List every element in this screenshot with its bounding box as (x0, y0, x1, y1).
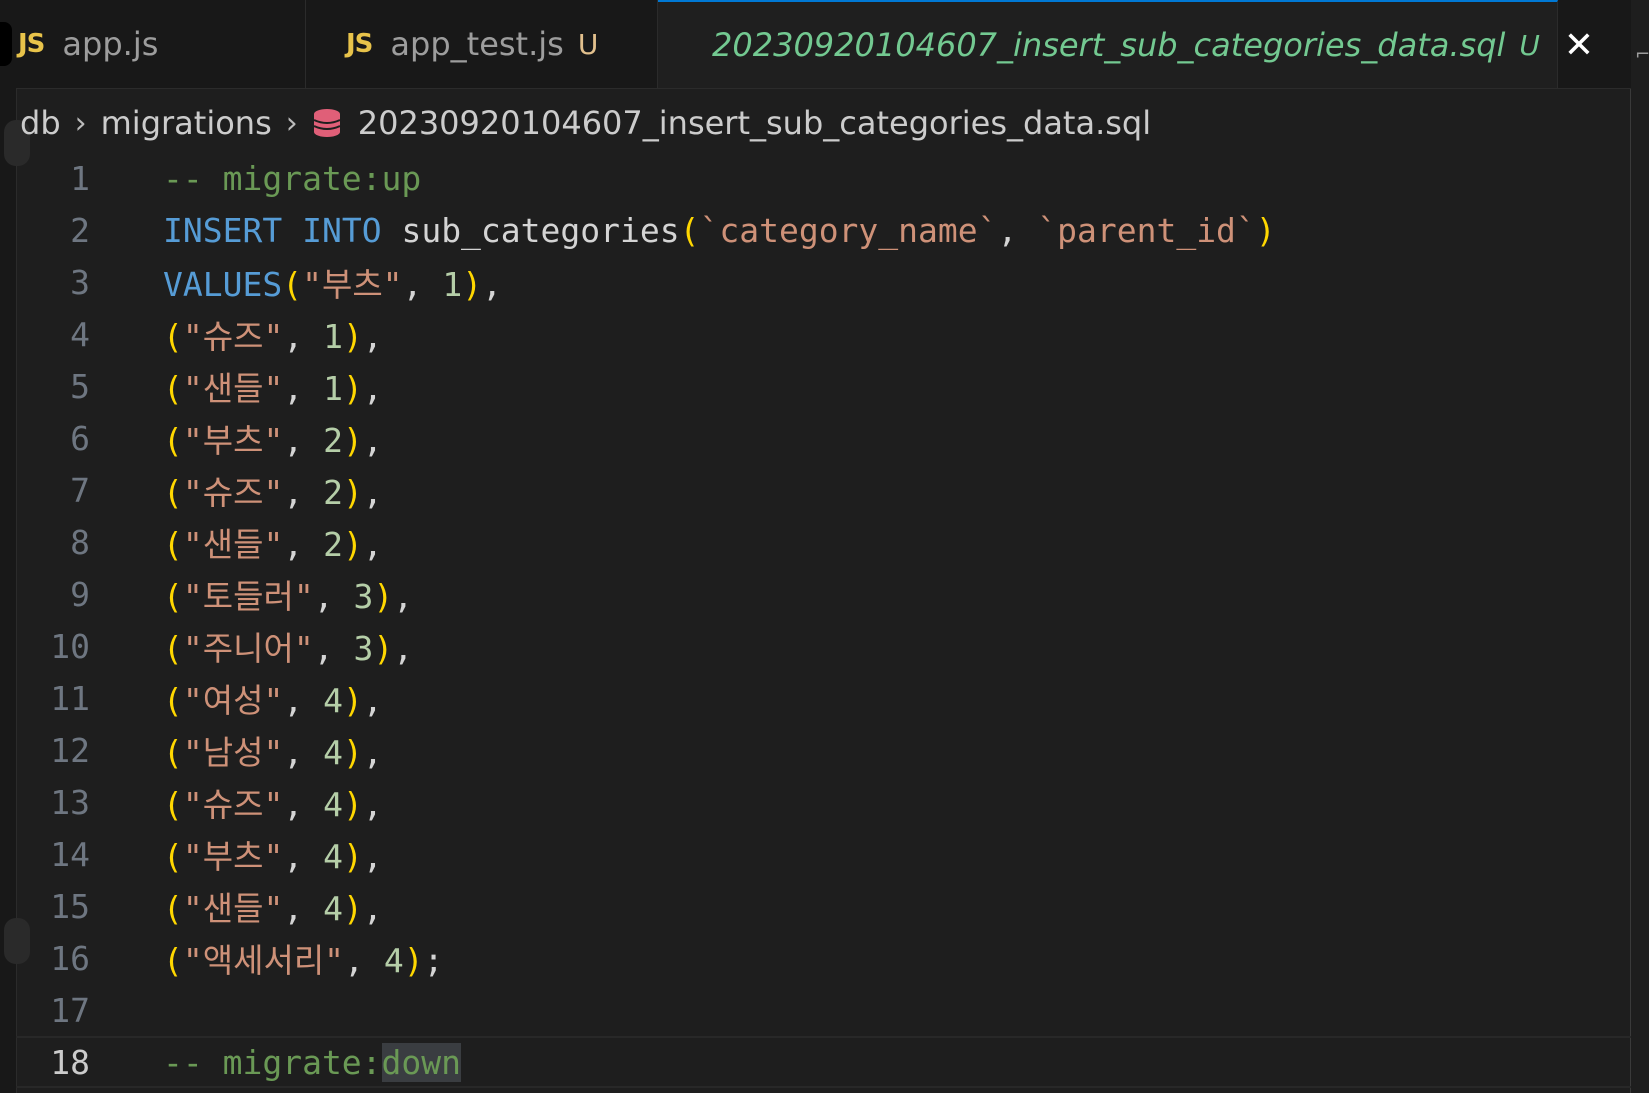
line-number: 1 (70, 158, 90, 198)
code-line[interactable]: 8 ("샌들", 2), (16, 516, 1631, 568)
untracked-badge: U (1519, 28, 1540, 62)
string-token: "여성" (182, 681, 284, 720)
tab-app-js[interactable]: JS app.js (16, 0, 306, 88)
column-token: `category_name` (699, 210, 998, 250)
number-token: 2 (323, 421, 343, 460)
number-token: 1 (323, 369, 343, 408)
code-line[interactable]: 10 ("주니어", 3), (16, 620, 1631, 672)
line-number: 12 (50, 730, 90, 770)
keyword-token: INTO (302, 210, 382, 250)
close-tab-icon[interactable]: ✕ (1564, 25, 1594, 66)
tab-bar: JS app.js JS app_test.js U 2023092010460… (16, 0, 1631, 89)
string-token: "액세서리" (182, 941, 345, 980)
line-number: 9 (70, 574, 90, 614)
chevron-right-icon: › (74, 105, 87, 141)
left-edge-marker (0, 22, 12, 66)
code-line[interactable]: 4 ("슈즈", 1), (16, 308, 1631, 360)
number-token: 4 (323, 889, 343, 928)
database-icon (313, 109, 341, 137)
string-token: "샌들" (182, 369, 284, 408)
string-token: "주니어" (182, 629, 314, 668)
breadcrumb-item-db[interactable]: db (20, 104, 61, 142)
line-number: 5 (70, 366, 90, 406)
number-token: 3 (353, 629, 374, 668)
number-token: 1 (442, 265, 463, 304)
string-token: "슈즈" (182, 317, 284, 356)
number-token: 4 (323, 785, 343, 824)
code-line[interactable]: 1 -- migrate:up (16, 152, 1631, 204)
breadcrumb-item-file[interactable]: 20230920104607_insert_sub_categories_dat… (358, 104, 1151, 142)
overflow-chevron-icon[interactable]: ⌐ (1635, 44, 1649, 65)
string-token: "부츠" (182, 421, 284, 460)
line-number: 18 (50, 1042, 90, 1082)
line-number: 16 (50, 938, 90, 978)
tab-label: app_test.js (390, 25, 564, 63)
line-number: 6 (70, 418, 90, 458)
string-token: "샌들" (182, 889, 284, 928)
string-token: "토들러" (182, 577, 314, 616)
comment-token: -- migrate: (163, 1042, 382, 1082)
code-line[interactable]: 2 INSERT INTO sub_categories(`category_n… (16, 204, 1631, 256)
number-token: 1 (323, 317, 343, 356)
left-activity-strip (0, 0, 30, 1093)
code-line[interactable]: 7 ("슈즈", 2), (16, 464, 1631, 516)
code-line[interactable]: 6 ("부츠", 2), (16, 412, 1631, 464)
code-line[interactable]: 14 ("부츠", 4), (16, 828, 1631, 880)
tab-app-test-js[interactable]: JS app_test.js U (306, 0, 658, 88)
keyword-token: INSERT (163, 210, 283, 250)
line-number: 14 (50, 834, 90, 874)
code-line[interactable]: 13 ("슈즈", 4), (16, 776, 1631, 828)
line-number: 10 (50, 626, 90, 666)
line-number: 7 (70, 470, 90, 510)
number-token: 4 (323, 837, 343, 876)
table-name-token: sub_categories (401, 210, 680, 250)
code-line[interactable]: 5 ("샌들", 1), (16, 360, 1631, 412)
keyword-token: VALUES (163, 265, 283, 304)
code-line[interactable]: 17 (16, 984, 1631, 1036)
current-code-line[interactable]: 18 -- migrate:down (16, 1036, 1631, 1088)
string-token: "슈즈" (182, 473, 284, 512)
code-line[interactable]: 16 ("액세서리", 4); (16, 932, 1631, 984)
number-token: 4 (323, 681, 343, 720)
code-line[interactable]: 11 ("여성", 4), (16, 672, 1631, 724)
column-token: `parent_id` (1037, 210, 1256, 250)
code-line[interactable]: 3 VALUES("부츠", 1), (16, 256, 1631, 308)
line-number: 3 (70, 262, 90, 302)
string-token: "샌들" (182, 525, 284, 564)
number-token: 4 (323, 733, 343, 772)
breadcrumb: db › migrations › 20230920104607_insert_… (20, 100, 1151, 146)
line-number: 2 (70, 210, 90, 250)
line-number: 4 (70, 314, 90, 354)
code-line[interactable]: 9 ("토들러", 3), (16, 568, 1631, 620)
code-line[interactable]: 12 ("남성", 4), (16, 724, 1631, 776)
breadcrumb-item-migrations[interactable]: migrations (101, 104, 272, 142)
string-token: "슈즈" (182, 785, 284, 824)
string-token: "부츠" (302, 265, 403, 304)
tab-label: app.js (62, 25, 159, 63)
tab-sql-migration[interactable]: 20230920104607_insert_sub_categories_dat… (658, 0, 1594, 88)
string-token: "남성" (182, 733, 284, 772)
highlighted-word: down (381, 1042, 462, 1082)
comment-token: -- migrate:up (163, 158, 422, 198)
line-number: 15 (50, 886, 90, 926)
untracked-badge: U (577, 27, 599, 61)
string-token: "부츠" (182, 837, 284, 876)
number-token: 3 (353, 577, 374, 616)
line-number: 13 (50, 782, 90, 822)
chevron-right-icon: › (285, 105, 298, 141)
tab-label: 20230920104607_insert_sub_categories_dat… (712, 26, 1506, 64)
number-token: 4 (383, 941, 404, 980)
line-number: 8 (70, 522, 90, 562)
code-line[interactable]: 15 ("샌들", 4), (16, 880, 1631, 932)
number-token: 2 (323, 525, 343, 564)
line-number: 11 (50, 678, 90, 718)
javascript-file-icon: JS (18, 29, 45, 59)
number-token: 2 (323, 473, 343, 512)
javascript-file-icon: JS (346, 29, 373, 59)
right-scrollbar-strip[interactable]: ⌐ (1630, 0, 1649, 1093)
code-editor[interactable]: 1 -- migrate:up 2 INSERT INTO sub_catego… (16, 152, 1631, 1093)
line-number: 17 (50, 990, 90, 1030)
